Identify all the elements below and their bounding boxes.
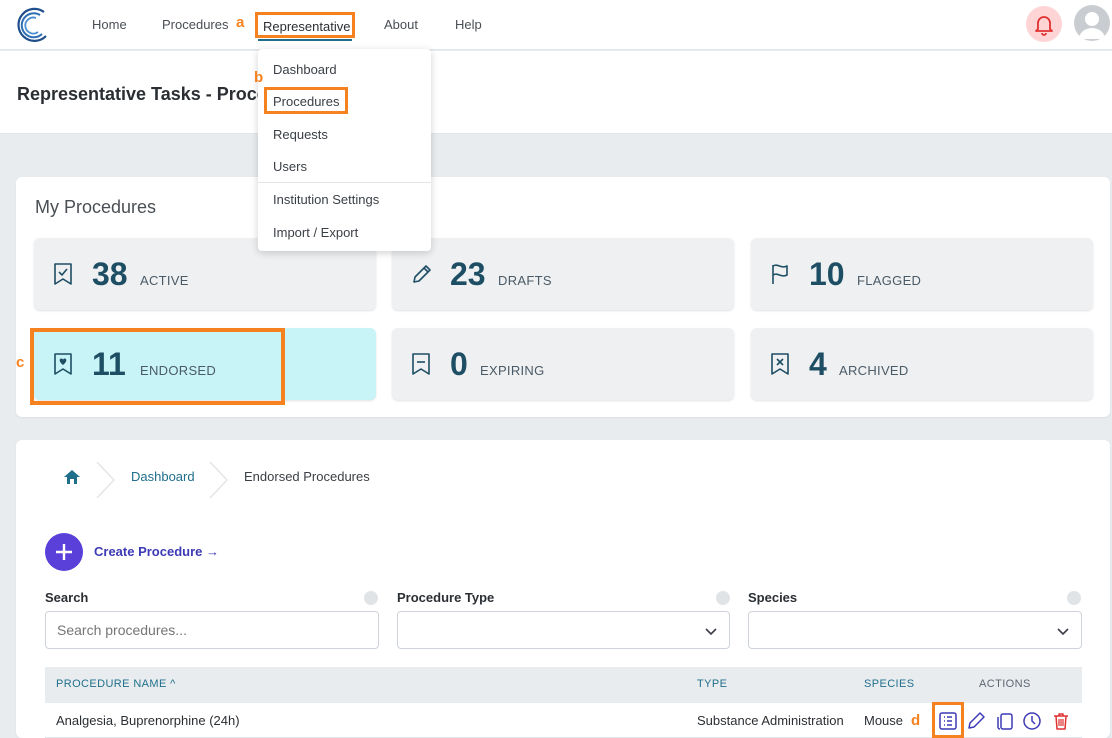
nav-about[interactable]: About — [384, 17, 418, 32]
representative-dropdown: b Dashboard Procedures Requests Users In… — [254, 49, 431, 251]
nav-representative-label: Representative — [263, 19, 351, 34]
bell-icon — [1035, 16, 1053, 36]
bookmark-x-icon — [771, 353, 789, 375]
annotation-c: c — [16, 354, 25, 371]
species-label: Species — [748, 590, 798, 605]
page-title: Representative Tasks - Proce — [17, 84, 267, 104]
stat-count: 10 — [809, 256, 845, 292]
dropdown-item-institution-settings[interactable]: Institution Settings — [273, 192, 379, 207]
chevron-down-icon — [705, 628, 717, 636]
stat-count: 23 — [450, 256, 486, 292]
type-cell: Substance Administration — [697, 713, 844, 728]
my-procedures-heading: My Procedures — [35, 197, 157, 217]
stat-label: FLAGGED — [857, 273, 922, 288]
column-species[interactable]: SPECIES — [864, 678, 915, 690]
stat-label: DRAFTS — [498, 273, 552, 288]
copy-icon[interactable] — [995, 711, 1015, 731]
notifications-button[interactable] — [1026, 6, 1062, 42]
search-label: Search — [45, 590, 89, 605]
clear-type-icon[interactable] — [716, 591, 730, 605]
stat-card-drafts[interactable]: 23 DRAFTS — [392, 238, 734, 310]
procedure-type-select[interactable] — [397, 611, 730, 649]
column-type[interactable]: TYPE — [697, 678, 727, 690]
logo-icon[interactable] — [14, 6, 52, 44]
edit-icon[interactable] — [966, 711, 986, 731]
home-icon[interactable] — [63, 469, 81, 485]
stat-label: EXPIRING — [480, 363, 545, 378]
nav-home[interactable]: Home — [92, 17, 127, 32]
plus-icon — [56, 544, 72, 560]
user-avatar-icon — [1079, 12, 1105, 39]
annotation-b: b — [254, 69, 264, 86]
search-input[interactable] — [46, 612, 378, 648]
annotation-a: a — [236, 14, 245, 31]
dropdown-item-procedures[interactable]: Procedures — [273, 94, 339, 109]
page-header: Representative Tasks - Proce — [0, 51, 1112, 134]
species-select[interactable] — [748, 611, 1082, 649]
breadcrumb-separator — [96, 462, 116, 498]
dropdown-item-import-export[interactable]: Import / Export — [273, 225, 358, 240]
stat-card-archived[interactable]: 4 ARCHIVED — [751, 328, 1093, 400]
nav-procedures[interactable]: Procedures — [162, 17, 228, 32]
annotation-d: d — [911, 712, 921, 729]
view-details-icon[interactable] — [938, 711, 958, 731]
top-navbar: Home Procedures a Representative About H… — [0, 0, 1112, 50]
clear-species-icon[interactable] — [1067, 591, 1081, 605]
stat-card-expiring[interactable]: 0 EXPIRING — [392, 328, 734, 400]
dropdown-item-dashboard[interactable]: Dashboard — [273, 62, 337, 77]
stat-label: ARCHIVED — [839, 363, 909, 378]
trash-icon[interactable] — [1051, 711, 1071, 731]
table-header: PROCEDURE NAME ^ TYPE SPECIES ACTIONS — [45, 667, 1082, 703]
procedure-type-label: Procedure Type — [397, 590, 495, 605]
stat-count: 4 — [809, 346, 827, 382]
nav-active-underline — [258, 39, 352, 41]
breadcrumb-separator — [209, 462, 229, 498]
table-row[interactable]: Analgesia, Buprenorphine (24h) Substance… — [45, 702, 1082, 738]
column-procedure-name[interactable]: PROCEDURE NAME ^ — [56, 678, 176, 690]
nav-help[interactable]: Help — [455, 17, 482, 32]
procedure-name-cell: Analgesia, Buprenorphine (24h) — [56, 713, 240, 728]
dropdown-item-users[interactable]: Users — [273, 159, 307, 174]
stat-card-flagged[interactable]: 10 FLAGGED — [751, 238, 1093, 310]
chevron-down-icon — [1057, 628, 1069, 636]
dropdown-item-requests[interactable]: Requests — [273, 127, 328, 142]
stat-count: 38 — [92, 256, 128, 292]
stat-label: ACTIVE — [140, 273, 189, 288]
species-cell: Mouse — [864, 713, 904, 728]
column-actions: ACTIONS — [979, 678, 1031, 690]
bookmark-check-icon — [54, 263, 72, 285]
history-icon[interactable] — [1022, 711, 1042, 731]
nav-representative[interactable]: Representative — [255, 12, 355, 38]
bookmark-dash-icon — [412, 353, 430, 375]
clear-search-icon[interactable] — [364, 591, 378, 605]
stat-count: 0 — [450, 346, 468, 382]
dropdown-divider — [258, 182, 431, 183]
search-field[interactable] — [45, 611, 379, 649]
create-procedure-link[interactable]: Create Procedure → — [94, 544, 219, 559]
flag-icon — [772, 264, 788, 284]
pencil-icon — [413, 265, 431, 283]
breadcrumb-endorsed-procedures: Endorsed Procedures — [244, 469, 370, 484]
highlight-endorsed — [30, 328, 285, 405]
create-procedure-button[interactable] — [45, 533, 83, 571]
breadcrumb-dashboard[interactable]: Dashboard — [131, 469, 195, 484]
avatar[interactable] — [1074, 5, 1110, 41]
